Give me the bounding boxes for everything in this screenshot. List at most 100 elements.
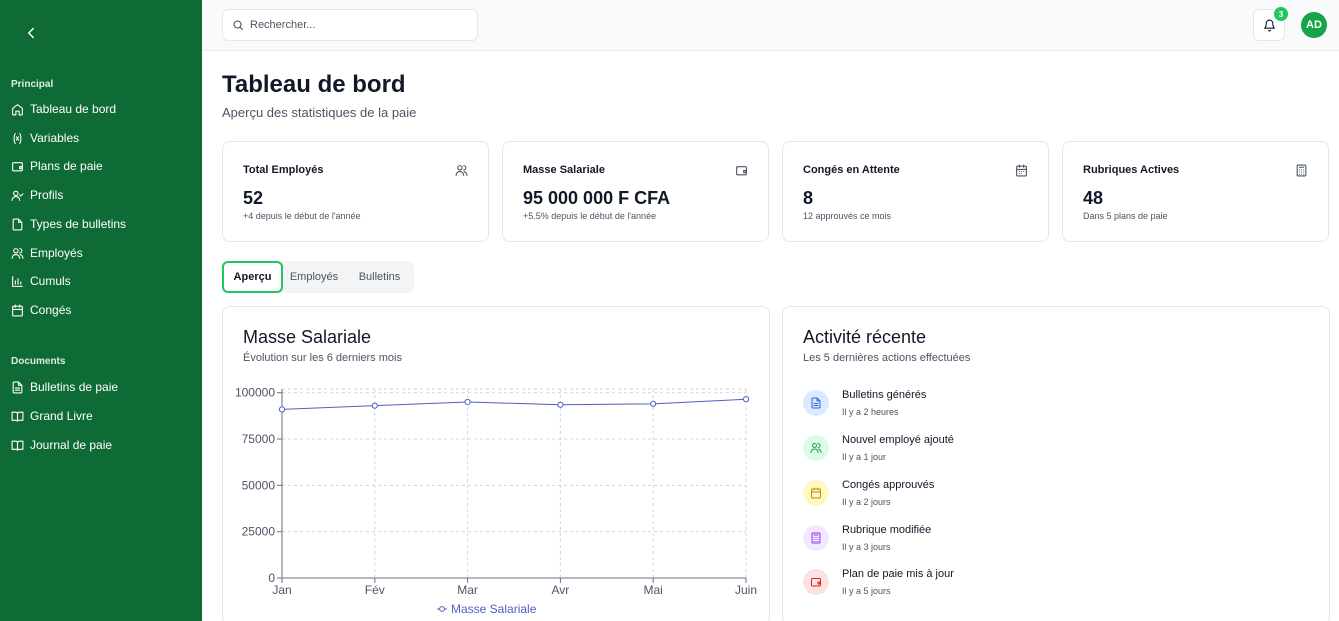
activity-item: Rubrique modifiée Il y a 3 jours <box>803 523 1303 563</box>
legend-label: Masse Salariale <box>451 602 537 616</box>
stat-note: +5.5% depuis le début de l'année <box>523 211 657 221</box>
page-title: Tableau de bord <box>222 71 406 98</box>
stat-title: Masse Salariale <box>523 164 605 176</box>
users-icon <box>803 435 829 461</box>
sidebar-item-profils[interactable]: Profils <box>11 184 191 206</box>
sidebar-item-label: Types de bulletins <box>30 217 127 231</box>
activity-item: Plan de paie mis à jour Il y a 5 jours <box>803 567 1303 607</box>
bell-icon <box>1263 19 1275 31</box>
sidebar-item-label: Variables <box>30 131 80 145</box>
sidebar-section-principal: Principal <box>11 79 54 90</box>
x-tick-label: Juin <box>735 583 757 597</box>
x-tick-label: Mar <box>457 583 478 597</box>
sidebar-item-label: Congés <box>30 303 72 317</box>
file-icon <box>11 218 24 231</box>
sidebar-item-label: Cumuls <box>30 274 71 288</box>
book-open-icon <box>11 439 24 452</box>
stat-card-total-employes: Total Employés 52 +4 depuis le début de … <box>222 141 489 242</box>
recent-activity-card: Activité récente Les 5 dernières actions… <box>782 306 1330 621</box>
sidebar-item-label: Journal de paie <box>30 438 113 452</box>
data-point <box>742 396 750 403</box>
activity-item: Bulletins générés Il y a 2 heures <box>803 388 1303 428</box>
data-point <box>650 400 657 407</box>
stat-note: 12 approuvés ce mois <box>803 211 892 221</box>
book-icon <box>11 410 24 423</box>
notification-count-badge: 3 <box>1274 7 1288 21</box>
activity-item: Congés approuvés Il y a 2 jours <box>803 478 1303 518</box>
tab-bulletins[interactable]: Bulletins <box>347 261 412 293</box>
file-text-icon <box>11 381 24 394</box>
salary-line-chart: 0250005000075000100000Jan Fév Mar Avr Mai Jui… <box>235 386 757 616</box>
x-tick-label: Jan <box>272 583 291 597</box>
user-avatar[interactable]: AD <box>1301 12 1327 38</box>
calculator-icon <box>1296 164 1307 177</box>
activity-time: Il y a 1 jour <box>842 452 887 462</box>
sidebar-item-label: Employés <box>30 246 83 260</box>
y-tick-label: 50000 <box>242 478 276 492</box>
sidebar-item-label: Bulletins de paie <box>30 380 119 394</box>
stat-value: 48 <box>1083 188 1104 208</box>
tab-list: Aperçu Employés Bulletins <box>222 261 414 293</box>
search-box[interactable] <box>222 9 478 41</box>
stat-value: 8 <box>803 188 814 208</box>
data-point <box>557 401 564 408</box>
stat-title: Total Employés <box>243 164 324 176</box>
activity-time: Il y a 5 jours <box>842 586 891 596</box>
activity-title: Nouvel employé ajouté <box>842 434 954 446</box>
sidebar-item-tableau-de-bord[interactable]: Tableau de bord <box>11 98 191 120</box>
tab-employes[interactable]: Employés <box>283 261 345 293</box>
activity-time: Il y a 2 jours <box>842 497 891 507</box>
activity-title: Bulletins générés <box>842 389 927 401</box>
x-tick-label: Mai <box>644 583 663 597</box>
sidebar-item-variables[interactable]: Variables <box>11 127 191 149</box>
sidebar-item-label: Profils <box>30 188 64 202</box>
collapse-sidebar-button[interactable] <box>22 24 40 42</box>
salary-chart-card: Masse Salariale Évolution sur les 6 dern… <box>222 306 770 621</box>
stat-note: Dans 5 plans de paie <box>1083 211 1168 221</box>
sidebar-item-grand-livre[interactable]: Grand Livre <box>11 405 191 427</box>
activity-time: Il y a 2 heures <box>842 407 899 417</box>
y-tick-label: 100000 <box>235 386 275 400</box>
chevron-left-icon <box>28 27 34 39</box>
users-icon <box>11 247 24 260</box>
stat-value: 95 000 000 F CFA <box>523 188 671 208</box>
activity-item: Nouvel employé ajouté Il y a 1 jour <box>803 433 1303 473</box>
x-tick-label: Fév <box>365 583 385 597</box>
top-bar: 3 AD <box>202 0 1339 51</box>
y-tick-label: 25000 <box>242 525 276 539</box>
users-icon <box>455 165 468 176</box>
stat-card-conges-en-attente: Congés en Attente 8 12 approuvés ce mois <box>782 141 1049 242</box>
calendar-icon <box>1016 164 1027 177</box>
activity-card-title: Activité récente <box>803 327 927 347</box>
page-subtitle: Aperçu des statistiques de la paie <box>222 105 417 120</box>
x-tick-label: Avr <box>552 583 570 597</box>
y-tick-label: 75000 <box>242 432 276 446</box>
series-line <box>281 398 747 410</box>
activity-card-subtitle: Les 5 dernières actions effectuées <box>803 352 971 364</box>
sidebar-item-conges[interactable]: Congés <box>11 299 191 321</box>
calendar-icon <box>803 480 829 506</box>
sidebar-item-types-de-bulletins[interactable]: Types de bulletins <box>11 213 191 235</box>
sidebar-item-bulletins-de-paie[interactable]: Bulletins de paie <box>11 376 191 398</box>
legend-marker-point <box>439 606 445 612</box>
data-point <box>278 406 286 413</box>
sidebar-item-employes[interactable]: Employés <box>11 242 191 264</box>
calculator-icon <box>803 525 829 551</box>
variable-icon <box>11 132 24 145</box>
tab-apercu[interactable]: Aperçu <box>222 261 283 293</box>
user-check-icon <box>11 189 24 202</box>
sidebar: Principal Tableau de bord Variables Plan… <box>0 0 202 621</box>
sidebar-item-plans-de-paie[interactable]: Plans de paie <box>11 155 191 177</box>
wallet-icon <box>736 166 747 176</box>
sidebar-section-documents: Documents <box>11 356 66 367</box>
calendar-icon <box>11 304 24 317</box>
sidebar-item-label: Tableau de bord <box>30 102 117 116</box>
sidebar-item-journal-de-paie[interactable]: Journal de paie <box>11 434 191 456</box>
stat-value: 52 <box>243 188 264 208</box>
search-input[interactable] <box>250 19 470 31</box>
sidebar-item-cumuls[interactable]: Cumuls <box>11 270 191 292</box>
stat-title: Congés en Attente <box>803 164 900 176</box>
data-point <box>371 402 378 409</box>
activity-title: Plan de paie mis à jour <box>842 568 954 580</box>
activity-title: Rubrique modifiée <box>842 524 932 536</box>
